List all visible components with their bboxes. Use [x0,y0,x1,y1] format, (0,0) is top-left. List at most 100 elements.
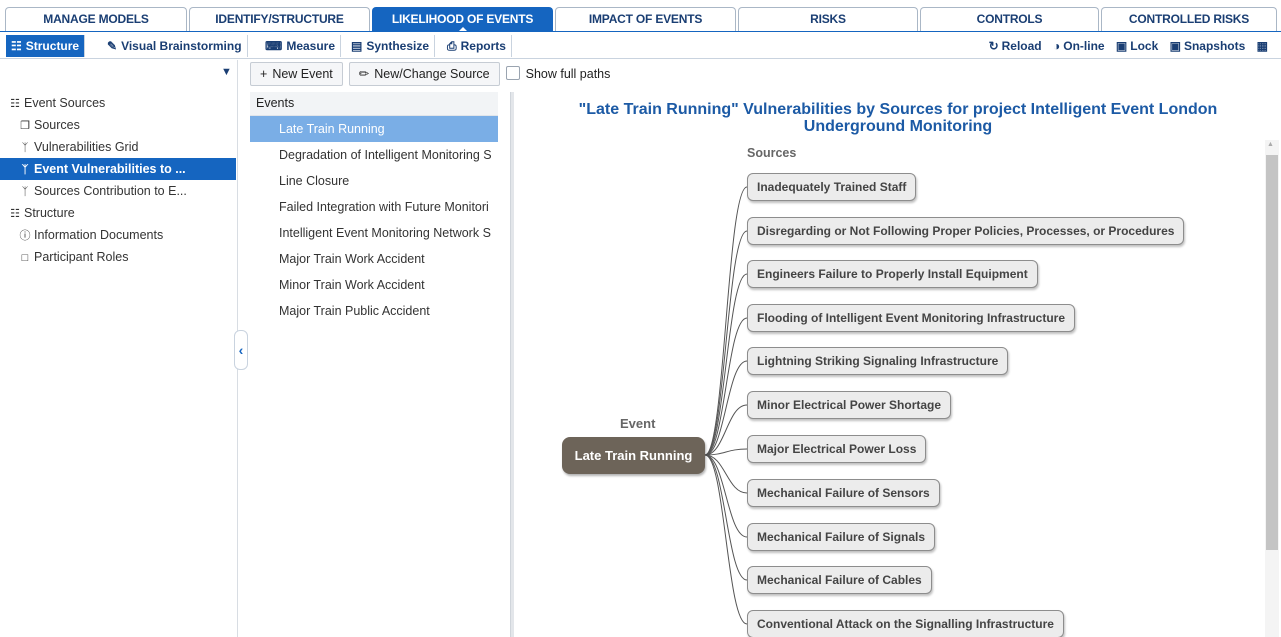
nav-tree: ☷ Event Sources ❐ Sources ᛉ Vulnerabilities… [0,92,236,268]
tree-item-label: Sources [34,118,80,132]
toggle-icon: ◑ [1052,39,1061,53]
sitemap-icon: ☷ [10,208,20,220]
subtab-structure[interactable]: ☷ Structure [6,35,86,57]
subtab-measure[interactable]: ⌨ Measure [260,35,342,57]
source-node[interactable]: Disregarding or Not Following Proper Pol… [747,217,1185,245]
source-node[interactable]: Lightning Striking Signaling Infrastruct… [747,347,1009,375]
scroll-up-icon[interactable]: ▲ [1267,141,1274,148]
tree-item-vulnerabilities-grid[interactable]: ᛉ Vulnerabilities Grid [0,136,236,158]
list-item[interactable]: Late Train Running [250,116,498,142]
sitemap-icon: ☷ [11,39,22,53]
lock-icon: ▣ [1115,39,1128,53]
list-item[interactable]: Intelligent Event Monitoring Network S [250,220,498,246]
save-icon: ▦ [1256,39,1268,53]
edit-icon: ✎ [107,39,118,53]
pin-icon[interactable]: ▼ [221,66,232,78]
list-item[interactable]: Minor Train Work Accident [250,272,498,298]
info-icon: ⓘ [19,230,31,242]
tab-likelihood-of-events[interactable]: LIKELIHOOD OF EVENTS [372,7,553,32]
online-toggle[interactable]: ◑ On-line [1053,35,1105,57]
events-header: Events [250,92,498,116]
subtab-reports-label: Reports [460,39,506,53]
tab-controls[interactable]: CONTROLS [920,7,1099,31]
source-node[interactable]: Mechanical Failure of Cables [747,566,932,594]
tab-risks[interactable]: RISKS [738,7,918,31]
tree-item-label: Event Sources [24,96,106,110]
tree-item-event-sources[interactable]: ☷ Event Sources [0,92,236,114]
source-node[interactable]: Flooding of Intelligent Event Monitoring… [747,304,1075,332]
source-node[interactable]: Mechanical Failure of Sensors [747,479,940,507]
branch-icon: ᛉ [21,142,29,154]
tree-item-information-documents[interactable]: ⓘ Information Documents [0,224,236,246]
checkbox-box[interactable] [505,66,520,80]
sources-label: Sources [747,146,797,160]
plus-icon: + [260,67,268,81]
print-icon: ⎙ [447,39,457,53]
list-item[interactable]: Failed Integration with Future Monitori [250,194,498,220]
tree-item-label: Participant Roles [34,250,129,264]
reload-button[interactable]: ↻ Reload [989,35,1042,57]
show-full-paths-label: Show full paths [525,67,611,81]
subtab-visual-brainstorming[interactable]: ✎ Visual Brainstorming [102,35,248,57]
new-event-button[interactable]: + New Event [250,62,343,86]
events-list: Events Late Train Running Degradation of… [250,92,498,637]
source-node[interactable]: Inadequately Trained Staff [747,173,917,201]
source-node[interactable]: Engineers Failure to Properly Install Eq… [747,260,1038,288]
source-node[interactable]: Conventional Attack on the Signalling In… [747,610,1064,637]
tree-item-sources[interactable]: ❐ Sources [0,114,236,136]
source-node[interactable]: Major Electrical Power Loss [747,435,927,463]
top-tab-bar: MANAGE MODELS IDENTIFY/STRUCTURE LIKELIH… [0,0,1281,32]
splitter[interactable] [510,92,514,637]
events-toolbar: + New Event ✏ New/Change Source Show full pa… [250,62,610,86]
event-node[interactable]: Late Train Running [562,437,705,474]
tree-item-label: Sources Contribution to E... [34,184,187,198]
reload-label: Reload [1001,39,1042,53]
tree-item-event-vulnerabilities[interactable]: ᛉ Event Vulnerabilities to ... [0,158,236,180]
copy-icon: ❐ [20,120,30,132]
tree-item-label: Structure [24,206,75,220]
tree-item-label: Event Vulnerabilities to ... [34,162,186,176]
tab-impact-of-events[interactable]: IMPACT OF EVENTS [555,7,736,31]
scrollbar-thumb[interactable] [1266,155,1278,550]
unlock-icon: □ [21,252,29,264]
snapshots-label: Snapshots [1183,39,1246,53]
reload-icon: ↻ [988,39,999,53]
subtab-synthesize-label: Synthesize [366,39,430,53]
right-commands: ↻ Reload ◑ On-line ▣ Lock ▣ Snapshots ▦ [981,35,1271,57]
tree-item-participant-roles[interactable]: □ Participant Roles [0,246,236,268]
vulnerability-diagram: "Late Train Running" Vulnerabilities by … [515,92,1281,637]
branch-icon: ᛉ [21,186,29,198]
save-button[interactable]: ▦ [1257,35,1271,57]
tree-item-structure[interactable]: ☷ Structure [0,202,236,224]
tab-controlled-risks[interactable]: CONTROLLED RISKS [1101,7,1277,31]
collapse-panel-button[interactable]: ‹ [234,330,248,370]
source-node[interactable]: Mechanical Failure of Signals [747,523,936,551]
sub-tab-bar: ☷ Structure ✎ Visual Brainstorming ⌨ Measur… [0,31,1281,59]
online-label: On-line [1063,39,1105,53]
tree-item-sources-contribution[interactable]: ᛉ Sources Contribution to E... [0,180,236,202]
show-full-paths-checkbox[interactable]: Show full paths [505,62,611,86]
pencil-icon: ✏ [358,67,370,81]
subtab-reports[interactable]: ⎙ Reports [442,35,512,57]
tree-item-label: Information Documents [34,228,164,242]
list-item[interactable]: Major Train Work Accident [250,246,498,272]
left-tree-panel: ▼ ☷ Event Sources ❐ Sources ᛉ Vulnerabiliti… [0,60,238,637]
subtab-synthesize[interactable]: ▤ Synthesize [346,35,436,57]
list-item[interactable]: Line Closure [250,168,498,194]
list-item[interactable]: Degradation of Intelligent Monitoring S [250,142,498,168]
tab-identify-structure[interactable]: IDENTIFY/STRUCTURE [189,7,370,31]
lock-button[interactable]: ▣ Lock [1116,35,1158,57]
tab-manage-models[interactable]: MANAGE MODELS [5,7,187,31]
subtab-visual-brainstorming-label: Visual Brainstorming [121,39,242,53]
new-change-source-label: New/Change Source [374,67,490,81]
lock-label: Lock [1130,39,1159,53]
new-event-label: New Event [272,67,333,81]
snapshots-button[interactable]: ▣ Snapshots [1170,35,1246,57]
new-change-source-button[interactable]: ✏ New/Change Source [348,62,500,86]
keyboard-icon: ⌨ [265,39,283,53]
source-node[interactable]: Minor Electrical Power Shortage [747,391,952,419]
list-item[interactable]: Major Train Public Accident [250,298,498,324]
camera-icon: ▣ [1169,39,1181,53]
sitemap-icon: ☷ [10,98,20,110]
subtab-measure-label: Measure [286,39,336,53]
